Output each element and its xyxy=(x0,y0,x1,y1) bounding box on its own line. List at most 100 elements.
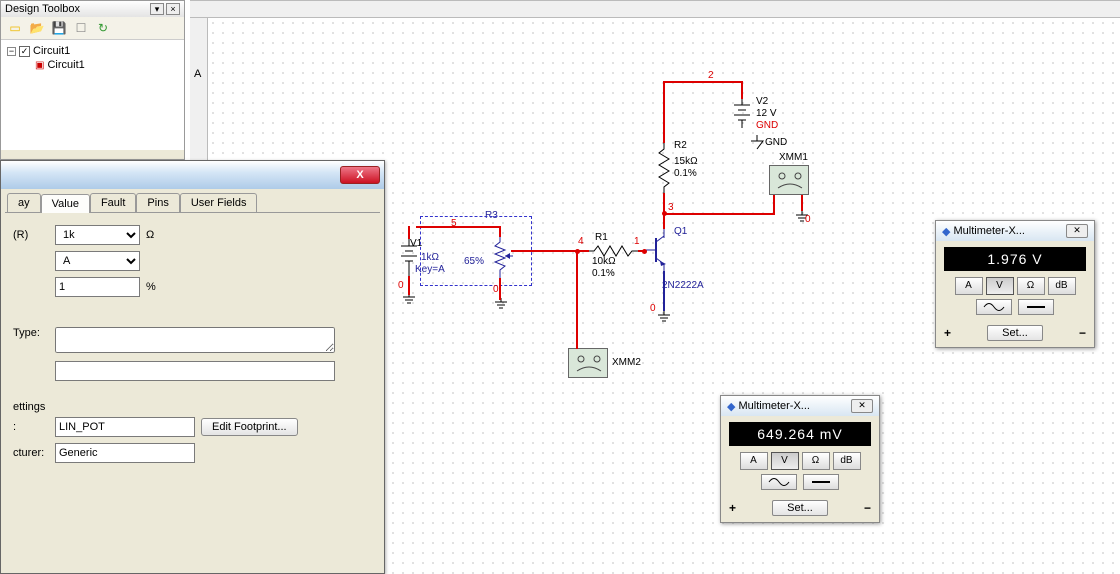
component-properties-dialog[interactable]: X ay Value Fault Pins User Fields (R) 1k… xyxy=(0,160,385,574)
r2-value: 15kΩ xyxy=(674,156,698,167)
xmm1-symbol[interactable] xyxy=(769,165,809,195)
r1-symbol[interactable] xyxy=(588,244,638,258)
open-file-icon[interactable]: 📂 xyxy=(29,20,45,36)
app-icon: ◆ xyxy=(942,225,950,238)
multimeter-window-2[interactable]: ◆Multimeter-X... ✕ 649.264 mV A V Ω dB +… xyxy=(720,395,880,523)
gnd-symbol-v2[interactable] xyxy=(749,135,765,151)
mm2-title: Multimeter-X... xyxy=(738,400,810,412)
mm2-mode-a[interactable]: A xyxy=(740,452,768,470)
mm1-mode-db[interactable]: dB xyxy=(1048,277,1076,295)
new-file-icon[interactable]: ▭ xyxy=(7,20,23,36)
wire-v1-gnd xyxy=(408,276,410,295)
xmm2-symbol[interactable] xyxy=(568,348,608,378)
tab-display[interactable]: ay xyxy=(7,193,41,212)
mm2-plus-terminal: + xyxy=(729,501,736,515)
schematic-icon: ▣ xyxy=(35,60,44,71)
node-4 xyxy=(575,249,580,254)
design-tree: − ✓ Circuit1 ▣ Circuit1 xyxy=(1,40,184,150)
manufacturer-label: cturer: xyxy=(13,447,49,459)
v2-symbol[interactable] xyxy=(731,98,753,128)
mm1-mode-ohm[interactable]: Ω xyxy=(1017,277,1045,295)
multimeter-window-1[interactable]: ◆Multimeter-X... ✕ 1.976 V A V Ω dB + Se… xyxy=(935,220,1095,348)
mm2-close-button[interactable]: ✕ xyxy=(851,399,873,413)
r3-gnd-icon xyxy=(493,298,509,312)
resistance-label: (R) xyxy=(13,229,49,241)
xmm1-node0: 0 xyxy=(805,214,811,225)
mm1-title: Multimeter-X... xyxy=(953,225,1025,237)
mm2-display: 649.264 mV xyxy=(729,422,871,446)
tree-expander-icon[interactable]: − xyxy=(7,47,16,56)
type-label: Type: xyxy=(13,327,49,339)
q1-model: 2N2222A xyxy=(662,280,704,291)
mm2-mode-v[interactable]: V xyxy=(771,452,799,470)
resistance-input[interactable]: 1k xyxy=(55,225,140,245)
mm1-plus-terminal: + xyxy=(944,326,951,340)
r1-name: R1 xyxy=(595,232,608,243)
percent-input[interactable] xyxy=(55,277,140,297)
wire-v1-top xyxy=(408,226,410,239)
type-input2[interactable] xyxy=(55,361,335,381)
mm1-ac-button[interactable] xyxy=(976,299,1012,315)
mm1-set-button[interactable]: Set... xyxy=(987,325,1043,341)
wire-r3-gnd xyxy=(499,278,501,300)
mm2-mode-ohm[interactable]: Ω xyxy=(802,452,830,470)
tab-user-fields[interactable]: User Fields xyxy=(180,193,258,212)
node4-label: 4 xyxy=(578,236,584,247)
toolbox-close-icon[interactable]: × xyxy=(166,3,180,15)
percent-unit: % xyxy=(146,281,156,293)
mm2-ac-button[interactable] xyxy=(761,474,797,490)
type-textarea[interactable] xyxy=(55,327,335,353)
dialog-close-button[interactable]: X xyxy=(340,166,380,184)
manufacturer-input[interactable] xyxy=(55,443,195,463)
wire-q1-c xyxy=(663,213,665,229)
toolbox-titlebar[interactable]: Design Toolbox ▾ × xyxy=(1,1,184,17)
q1-symbol[interactable] xyxy=(644,228,680,272)
wire-node2-v xyxy=(741,81,743,99)
xmm2-name: XMM2 xyxy=(612,357,641,368)
save-icon[interactable]: 💾 xyxy=(51,20,67,36)
node1-label: 1 xyxy=(634,236,640,247)
footprint-input[interactable] xyxy=(55,417,195,437)
refresh-icon[interactable]: ↻ xyxy=(95,20,111,36)
mm2-mode-db[interactable]: dB xyxy=(833,452,861,470)
hierarchy-icon[interactable]: ☐ xyxy=(73,20,89,36)
ruler-letter: A xyxy=(194,68,201,80)
wire-xmm1-neg xyxy=(664,213,774,215)
tab-value[interactable]: Value xyxy=(41,194,90,213)
tree-checkbox[interactable]: ✓ xyxy=(19,46,30,57)
tree-child-row[interactable]: ▣ Circuit1 xyxy=(7,58,178,72)
toolbox-toolbar: ▭ 📂 💾 ☐ ↻ xyxy=(1,17,184,40)
design-toolbox-panel: Design Toolbox ▾ × ▭ 📂 💾 ☐ ↻ − ✓ Circuit… xyxy=(0,0,185,160)
toolbox-pin-icon[interactable]: ▾ xyxy=(150,3,164,15)
mm1-close-button[interactable]: ✕ xyxy=(1066,224,1088,238)
dialog-tabs: ay Value Fault Pins User Fields xyxy=(1,189,384,212)
dialog-body: (R) 1k Ω A % Type: ettings : Edit Footpr… xyxy=(5,212,380,481)
r1-tol: 0.1% xyxy=(592,268,615,279)
mm2-set-button[interactable]: Set... xyxy=(772,500,828,516)
mm1-minus-terminal: − xyxy=(1079,326,1086,340)
mm1-mode-v[interactable]: V xyxy=(986,277,1014,295)
tree-root-row[interactable]: − ✓ Circuit1 xyxy=(7,44,178,58)
wire-node2-h xyxy=(663,81,742,83)
mm1-display: 1.976 V xyxy=(944,247,1086,271)
wire-xmm2-neg xyxy=(576,250,578,349)
wire-r2-bot xyxy=(663,193,665,213)
wire-q1-e xyxy=(663,271,665,311)
v2-gnd2: GND xyxy=(765,137,787,148)
wire-xmm1-negv xyxy=(773,195,775,215)
r2-name: R2 xyxy=(674,140,687,151)
edit-footprint-button[interactable]: Edit Footprint... xyxy=(201,418,298,436)
mm1-mode-a[interactable]: A xyxy=(955,277,983,295)
r3-bot-node: 0 xyxy=(493,284,499,295)
mm1-dc-button[interactable] xyxy=(1018,299,1054,315)
tab-pins[interactable]: Pins xyxy=(136,193,179,212)
horizontal-ruler xyxy=(190,0,1120,18)
tab-fault[interactable]: Fault xyxy=(90,193,136,212)
r2-symbol[interactable] xyxy=(657,143,671,193)
key-select[interactable]: A xyxy=(55,251,140,271)
wire-r3top-v xyxy=(499,226,501,237)
dialog-titlebar[interactable]: X xyxy=(1,161,384,189)
r2-tol: 0.1% xyxy=(674,168,697,179)
mm2-dc-button[interactable] xyxy=(803,474,839,490)
v1-symbol[interactable] xyxy=(398,238,420,278)
